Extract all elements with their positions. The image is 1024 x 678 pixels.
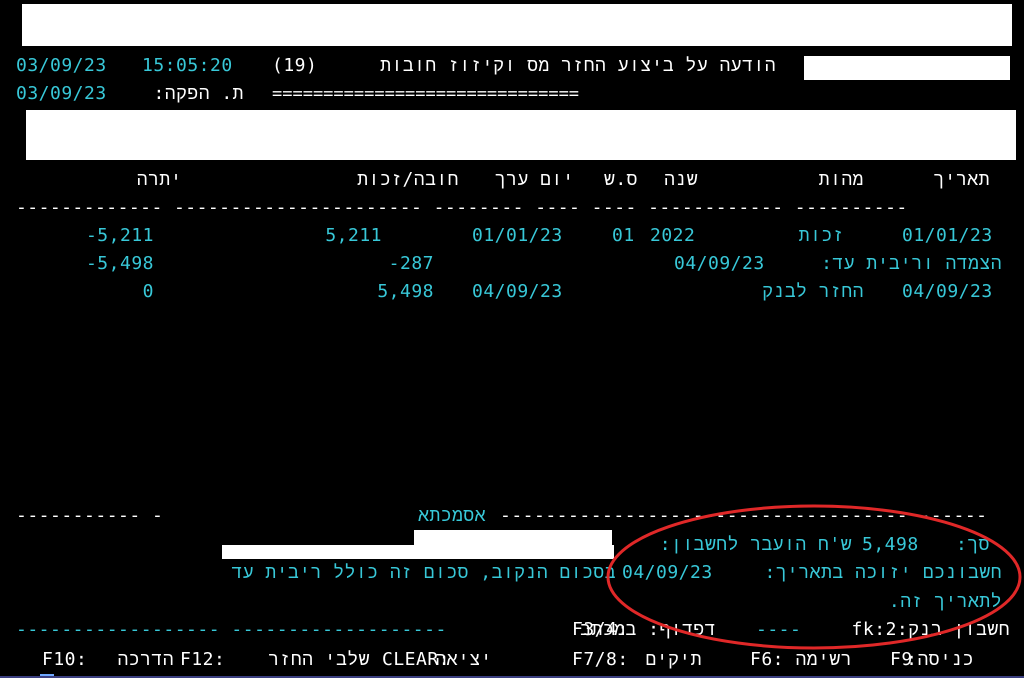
redacted-customer-block bbox=[26, 110, 1016, 160]
table-row-3-value-day: 04/09/23 bbox=[472, 281, 563, 302]
fkey-f6-label: רשימה bbox=[795, 649, 852, 670]
table-row-2-balance: -5,498 bbox=[85, 253, 154, 274]
table-separator: ------------- ---------------------- ---… bbox=[16, 197, 908, 218]
header-time: 15:05:20 bbox=[142, 55, 233, 76]
col-header-value-day: יום ערך bbox=[494, 169, 574, 190]
highlight-ellipse bbox=[606, 504, 1022, 650]
redacted-header-field bbox=[804, 56, 1010, 80]
fkey-f9-label: כניסה: bbox=[906, 649, 974, 670]
fkey-f7-8-label: תיקים bbox=[645, 649, 702, 670]
table-row-3-balance: 0 bbox=[142, 281, 154, 302]
table-row-1-ss: 01 bbox=[612, 225, 635, 246]
print-date: 03/09/23 bbox=[16, 83, 107, 104]
redacted-reference bbox=[414, 530, 612, 558]
title-underline: ============================== bbox=[272, 84, 580, 104]
table-row-2-amount: -287 bbox=[388, 253, 434, 274]
table-row-3-date: 04/09/23 bbox=[902, 281, 993, 302]
fkey-f12[interactable]: F12: bbox=[180, 650, 225, 670]
table-row-3-amount: 5,498 bbox=[377, 281, 434, 302]
redacted-top-bar bbox=[22, 4, 1012, 46]
col-header-ss: ס.ש bbox=[604, 169, 638, 190]
fkey-clear[interactable]: CLEAR: bbox=[382, 650, 450, 670]
page-title: הודעה על ביצוע החזר מס וקיזוז חובות bbox=[380, 55, 776, 76]
credit-date-note: בסכום הנקוב, סכום זה כולל ריבית עד bbox=[231, 562, 616, 583]
col-header-date: תאריך bbox=[933, 169, 990, 190]
fkey-f12-label: שלבי החזר bbox=[268, 649, 370, 670]
table-row-2-description: הצמדה וריבית עד: bbox=[821, 253, 1002, 274]
fkey-f6[interactable]: F6: bbox=[750, 650, 784, 670]
reference-label: אסמכתא bbox=[418, 505, 486, 526]
col-header-nature: מהות bbox=[818, 169, 864, 190]
print-date-label: ת. הפקה: bbox=[153, 83, 244, 104]
fkey-f10[interactable]: F10: bbox=[42, 650, 87, 670]
fkey-f9[interactable]: F9 bbox=[890, 650, 913, 670]
table-row-1-value-day: 01/01/23 bbox=[472, 225, 563, 246]
reference-line-left: ----------- - bbox=[16, 505, 164, 526]
table-row-2-date: 04/09/23 bbox=[674, 253, 765, 274]
screen-code: (19) bbox=[272, 55, 318, 76]
table-row-1-date: 01/01/23 bbox=[902, 225, 993, 246]
fkey-f10-label: הדרכה bbox=[117, 649, 174, 670]
bank-line-left-dashes: ------------------ ------------------- bbox=[16, 619, 447, 640]
col-header-balance: יתרה bbox=[136, 169, 182, 190]
col-header-year: שנה bbox=[664, 169, 698, 190]
table-row-1-nature: זכות bbox=[798, 225, 844, 246]
fkey-f7-8[interactable]: F7/8: bbox=[572, 650, 629, 670]
header-date: 03/09/23 bbox=[16, 55, 107, 76]
col-header-debit-credit: חובה/זכות bbox=[357, 169, 459, 190]
table-row-3-nature: החזר לבנק bbox=[762, 281, 864, 302]
table-row-1-amount: 5,211 bbox=[325, 225, 382, 246]
table-row-1-balance: -5,211 bbox=[85, 225, 154, 246]
table-row-1-year: 2022 bbox=[650, 225, 696, 246]
